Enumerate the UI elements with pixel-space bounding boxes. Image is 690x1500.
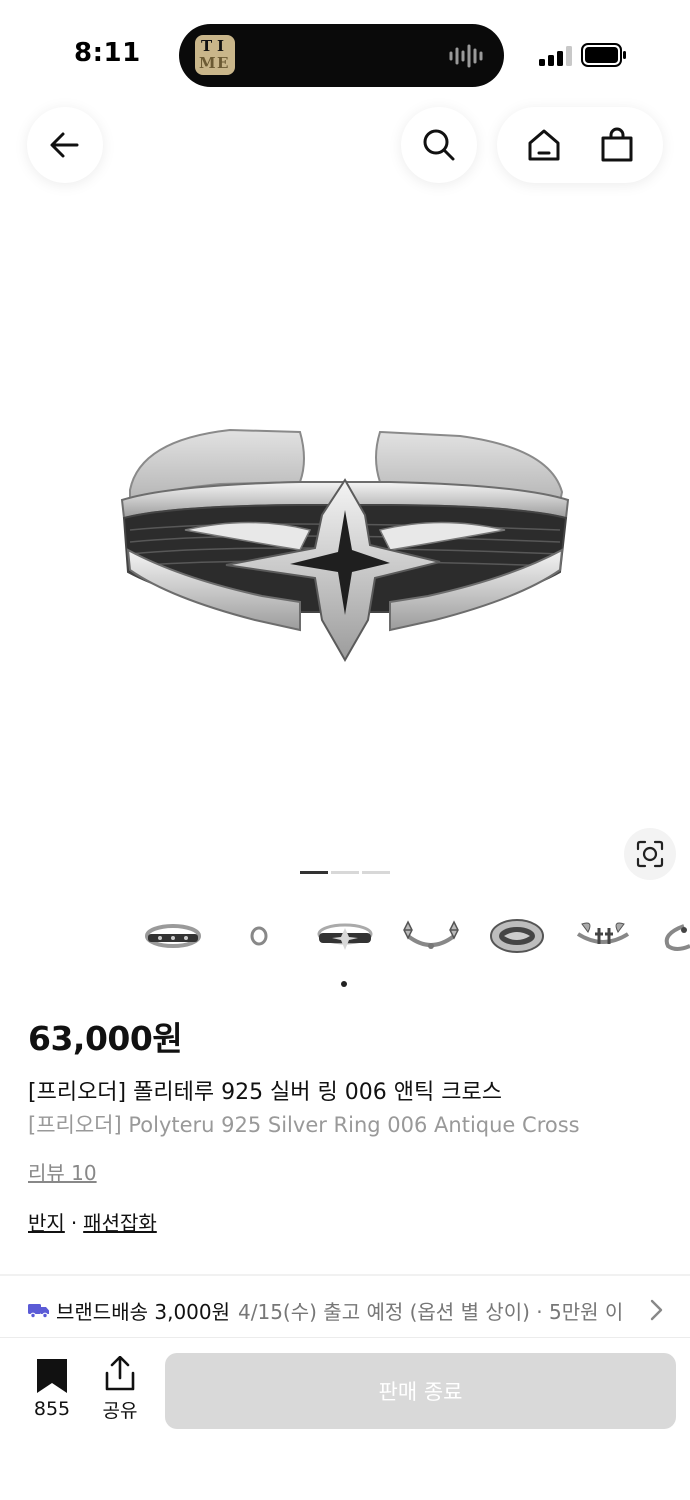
shopping-bag-icon [601,127,632,162]
status-time: 8:11 [74,38,141,68]
thumbnail-double-cross-ring[interactable] [568,906,638,966]
product-title-korean: [프리오더] 폴리테루 925 실버 링 006 앤틱 크로스 [28,1080,502,1105]
battery-icon [581,43,626,67]
thumbnail-small-ring[interactable] [224,906,294,966]
shipping-info-row[interactable]: 브랜드배송 3,000원 4/15(수) 출고 예정 (옵션 별 상이) · 5… [28,1296,668,1324]
sold-out-button[interactable]: 판매 종료 [165,1353,676,1429]
dynamic-island: T I M E [179,24,504,87]
visual-search-icon [636,840,664,868]
cellular-signal-icon [539,46,572,66]
pager-indicator [331,871,359,874]
thumbnail-thin-band-ring[interactable] [138,906,208,966]
home-button[interactable] [514,115,574,175]
thumbnail-cross-ring[interactable] [310,906,380,966]
bookmark-count: 855 [33,1398,71,1420]
product-image[interactable] [0,200,690,890]
header-action-group [497,107,663,183]
bookmark-button[interactable]: 855 [24,1358,80,1420]
pager-indicator [362,871,390,874]
image-pager [300,871,390,874]
back-button[interactable] [27,107,103,183]
arrow-left-icon [50,132,79,158]
category-link-ring[interactable]: 반지 [28,1211,65,1235]
section-divider [0,1274,690,1276]
thumbnail-signet-ring[interactable] [482,906,552,966]
chevron-right-icon[interactable] [648,1298,664,1322]
thumbnail-selected-indicator [341,981,347,987]
product-title-english: [프리오더] Polyteru 925 Silver Ring 006 Anti… [28,1113,580,1137]
thumbnail-strip[interactable] [138,906,690,966]
search-icon [423,129,455,161]
audio-waveform-icon [449,44,483,68]
now-playing-app-icon: T I M E [195,35,235,75]
shipping-fee-label: 브랜드배송 3,000원 [56,1299,231,1324]
share-button[interactable]: 공유 [94,1356,146,1423]
share-icon [105,1356,135,1391]
category-link-fashion-goods[interactable]: 패션잡화 [83,1211,157,1235]
search-button[interactable] [401,107,477,183]
thumbnail-partial-ring[interactable] [654,906,690,966]
bookmark-icon [37,1359,67,1393]
share-label: 공유 [102,1400,138,1422]
category-separator: · [70,1211,78,1235]
truck-icon [28,1304,49,1318]
bottom-action-bar: 855 공유 판매 종료 [0,1337,690,1500]
visual-search-button[interactable] [624,828,676,880]
review-link[interactable]: 리뷰 10 [28,1157,97,1186]
category-breadcrumb: 반지 · 패션잡화 [28,1207,157,1236]
pager-indicator [300,871,328,874]
shipping-detail: 4/15(수) 출고 예정 (옵션 별 상이) · 5만원 이 [238,1299,624,1324]
product-price: 63,000원 [28,1019,183,1058]
cart-button[interactable] [587,115,647,175]
thumbnail-floral-cross-ring[interactable] [396,906,466,966]
home-icon [528,129,559,161]
